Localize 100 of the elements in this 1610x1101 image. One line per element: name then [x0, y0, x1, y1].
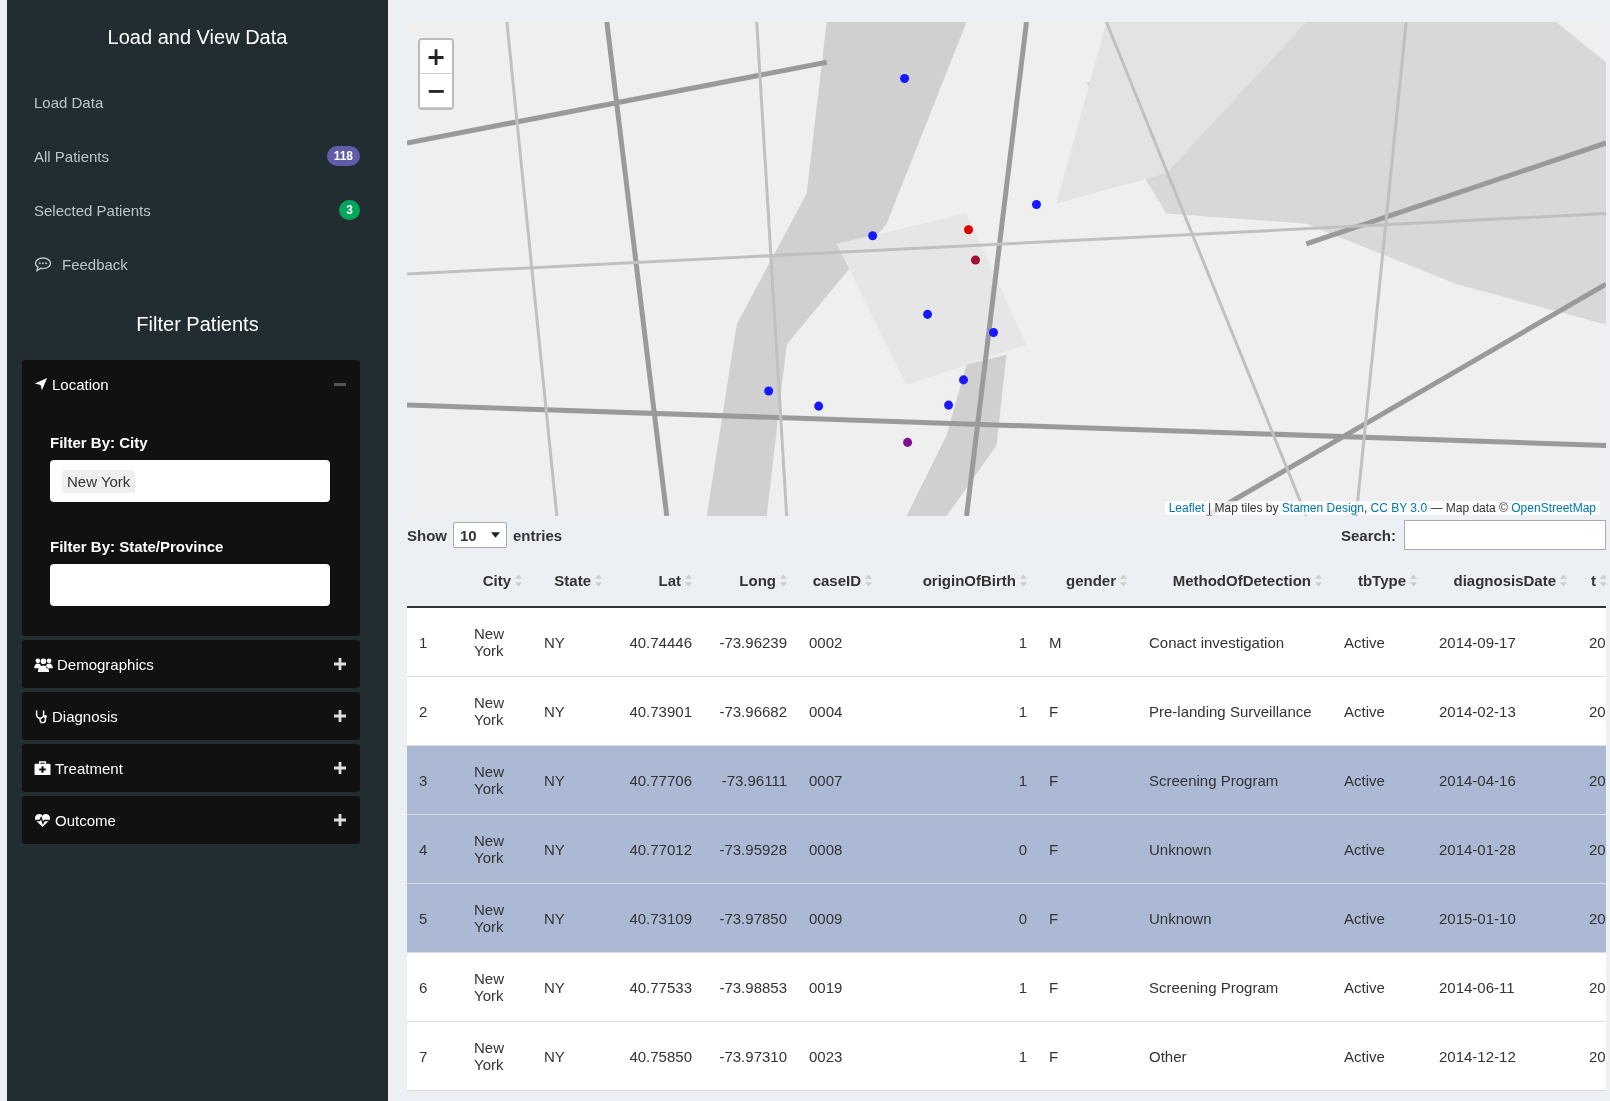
sort-icon [780, 573, 787, 587]
map-attribution: Leaflet | Map tiles by Stamen Design, CC BY 3.0 — Map data © OpenStreetMap [1164, 501, 1600, 515]
expand-icon[interactable] [334, 710, 346, 722]
table-cell: Screening Program [1149, 978, 1279, 996]
attribution-link[interactable]: Leaflet [1168, 501, 1205, 515]
column-header[interactable]: gender [1066, 571, 1116, 589]
column-header[interactable]: caseID [812, 571, 861, 589]
table-row[interactable]: 1 New York NY 40.74446 -73.96239 0002 1 M Conact investigation Active 2014-09-17 20 [407, 608, 1606, 677]
table-cell: 0007 [809, 771, 843, 789]
column-header[interactable]: MethodOfDetection [1172, 571, 1311, 589]
collapse-icon[interactable] [334, 382, 346, 386]
table-cell: 4 [419, 840, 428, 858]
table-row[interactable]: 4 New York NY 40.77012 -73.95928 0008 0 F Unknown Active 2014-01-28 20 [407, 815, 1606, 884]
table-cell: 20 [1589, 702, 1606, 720]
table-cell: NY [544, 771, 565, 789]
zoom-out-button[interactable]: − [420, 74, 452, 108]
table-cell: 2014-12-12 [1439, 1047, 1516, 1065]
selected-tag[interactable]: New York [62, 469, 136, 493]
table-cell: Unknown [1149, 840, 1212, 858]
table-cell: -73.96111 [721, 771, 787, 789]
heartbeat-icon [34, 812, 51, 828]
users-icon [34, 656, 53, 672]
table-row[interactable]: 7 New York NY 40.75850 -73.97310 0023 1 F Other Active 2014-12-12 20 [407, 1022, 1606, 1091]
menu-item[interactable]: Selected Patients 3 [7, 183, 388, 237]
menu-item[interactable]: All Patients 118 [7, 129, 388, 183]
menu-item[interactable]: Feedback [7, 237, 388, 291]
input-field[interactable] [50, 564, 330, 606]
table-cell: 20 [1589, 1047, 1606, 1065]
chat-icon [34, 256, 52, 272]
entries-label: entries [513, 526, 563, 544]
table-cell: Active [1344, 978, 1385, 996]
panel-title[interactable]: Diagnosis [52, 707, 334, 725]
arrow-icon [34, 377, 48, 391]
table-cell: 2014-04-16 [1439, 771, 1516, 789]
table-cell: NY [544, 1047, 565, 1065]
column-header[interactable]: originOfBirth [922, 571, 1016, 589]
sort-icon [865, 573, 872, 587]
table-cell: 3 [419, 771, 428, 789]
table-cell-text: New York [474, 694, 505, 728]
count-badge: 118 [326, 146, 360, 166]
table-cell: 0 [1018, 840, 1027, 858]
expand-icon[interactable] [334, 814, 346, 826]
column-header[interactable]: t [1591, 571, 1596, 589]
table-cell: 40.73109 [629, 909, 692, 927]
table-cell: 2014-09-17 [1439, 633, 1516, 651]
column-header[interactable]: Long [739, 571, 776, 589]
panel-title[interactable]: Treatment [55, 759, 334, 777]
stethoscope-icon [34, 708, 48, 724]
table-cell: 1 [1018, 633, 1027, 651]
table-row[interactable]: 2 New York NY 40.73901 -73.96682 0004 1 F Pre-landing Surveillance Active 2014-02-13 20 [407, 677, 1606, 746]
field-label: Filter By: State/Province [50, 538, 225, 555]
sort-icon [1315, 573, 1322, 587]
expand-icon[interactable] [334, 658, 346, 670]
menu-item[interactable]: Load Data [7, 75, 388, 129]
column-header[interactable]: City [482, 571, 511, 589]
table-cell: Active [1344, 840, 1385, 858]
attribution-link[interactable]: Stamen Design [1281, 501, 1364, 515]
table-cell: -73.95928 [719, 840, 787, 858]
panel-title[interactable]: Outcome [55, 811, 334, 829]
table-row[interactable]: 5 New York NY 40.73109 -73.97850 0009 0 F Unknown Active 2015-01-10 20 [407, 884, 1606, 953]
column-header[interactable]: diagnosisDate [1453, 571, 1556, 589]
table-cell: Active [1344, 909, 1385, 927]
table-cell: 20 [1589, 771, 1606, 789]
sort-icon [1020, 573, 1027, 587]
table-cell: 6 [419, 978, 428, 996]
table-cell: 2 [419, 702, 428, 720]
expand-icon[interactable] [334, 762, 346, 774]
table-cell: -73.97310 [719, 1047, 787, 1065]
attribution-link[interactable]: CC BY 3.0 [1370, 501, 1428, 515]
column-header[interactable]: tbType [1357, 571, 1406, 589]
table-cell-text: New York [474, 1039, 505, 1073]
table-cell: 0 [1018, 909, 1027, 927]
map[interactable]: + − Leaflet | Map tiles by Stamen Design, CC BY 3.0 — Map data © OpenStreetMap [407, 22, 1606, 516]
attribution-link[interactable]: OpenStreetMap [1511, 501, 1596, 515]
input-field[interactable]: New York [50, 460, 330, 502]
panel-title[interactable]: Location [52, 375, 334, 393]
table-cell: 2014-02-13 [1439, 702, 1516, 720]
column-header[interactable]: State [554, 571, 591, 589]
page-size-select[interactable]: 10 [453, 522, 507, 548]
table-cell: 40.75850 [629, 1047, 692, 1065]
table-cell: 40.74446 [629, 633, 692, 651]
panel-title[interactable]: Demographics [57, 655, 334, 673]
count-badge: 3 [339, 200, 360, 220]
table-cell: -73.98853 [719, 978, 787, 996]
field-label: Filter By: City [50, 434, 149, 451]
table-cell: 0019 [809, 978, 843, 996]
table-row[interactable]: 6 New York NY 40.77533 -73.98853 0019 1 F Screening Program Active 2014-06-11 20 [407, 953, 1606, 1022]
table-row[interactable]: 3 New York NY 40.77706 -73.96111 0007 1 F Screening Program Active 2014-04-16 20 [407, 746, 1606, 815]
search-label: Search: [1340, 526, 1396, 544]
zoom-in-button[interactable]: + [420, 40, 452, 74]
table-cell: 0004 [809, 702, 843, 720]
table-cell: 40.77533 [629, 978, 692, 996]
search-field[interactable] [1404, 520, 1606, 550]
table-cell: NY [544, 840, 565, 858]
table-cell: Unknown [1149, 909, 1212, 927]
table-cell: M [1049, 633, 1062, 651]
table-cell: 20 [1589, 909, 1606, 927]
table-cell: Active [1344, 633, 1385, 651]
column-header[interactable]: Lat [658, 571, 681, 589]
section-title: Filter Patients [135, 313, 260, 336]
